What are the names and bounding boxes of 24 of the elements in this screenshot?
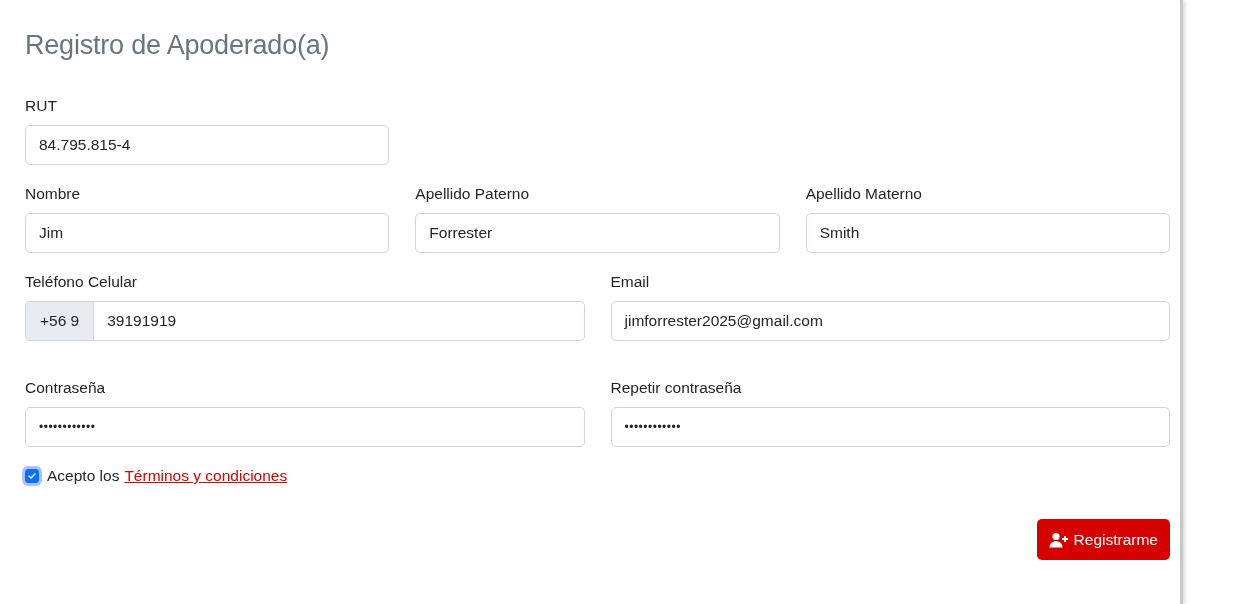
checkbox-label: Acepto los — [47, 467, 120, 485]
form-title: Registro de Apoderado(a) — [25, 30, 331, 61]
register-button[interactable]: Registrarme — [1036, 519, 1170, 560]
input-field[interactable]: 84.795.815-4 — [25, 125, 390, 165]
field-label: Teléfono Celular — [25, 273, 138, 291]
add-user-icon — [1048, 531, 1069, 548]
field-label: Contraseña — [25, 379, 107, 397]
phone-prefix: +56 9 — [25, 301, 95, 341]
field-label: Apellido Materno — [805, 185, 923, 203]
input-field[interactable]: Smith — [805, 213, 1170, 253]
checkbox[interactable] — [25, 469, 39, 483]
password-field[interactable]: •••••••••••• — [25, 407, 585, 447]
field-label: Nombre — [25, 185, 82, 203]
password-field[interactable]: •••••••••••• — [610, 407, 1170, 447]
check-icon — [27, 471, 37, 481]
input-field[interactable]: Forrester — [415, 213, 780, 253]
input-field[interactable]: 39191919 — [94, 301, 585, 341]
field-label: Email — [610, 273, 651, 291]
input-field[interactable]: Jim — [25, 213, 390, 253]
terms-link[interactable]: Términos y condiciones — [124, 467, 288, 485]
field-label: Repetir contraseña — [610, 379, 743, 397]
input-field[interactable]: jimforrester2025@gmail.com — [610, 301, 1170, 341]
field-label: RUT — [25, 97, 58, 115]
field-label: Apellido Paterno — [415, 185, 531, 203]
